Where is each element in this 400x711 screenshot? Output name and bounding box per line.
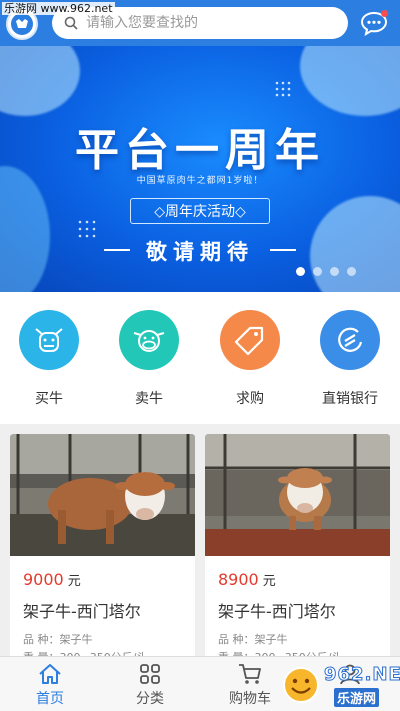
- product-title: 架子牛-西门塔尔: [218, 602, 336, 621]
- category-label: 求购: [236, 391, 264, 407]
- cow-logo-icon: [11, 13, 33, 35]
- category-label: 买牛: [35, 391, 63, 407]
- bull-face-icon: [119, 310, 179, 370]
- product-card[interactable]: 9000元 架子牛-西门塔尔 品 种：架子牛 重 量：300~350公斤/头: [10, 434, 195, 664]
- promo-banner[interactable]: 平台一周年 中国草原肉牛之都网1岁啦！ ◇周年庆活动◇ 敬请期待: [0, 46, 400, 292]
- home-icon: [39, 664, 61, 684]
- price-unit: 元: [67, 574, 81, 589]
- product-price: 8900 元: [218, 570, 276, 589]
- top-bar: 乐游网 www.962.net: [0, 0, 400, 46]
- category-direct-bank[interactable]: 直销银行: [305, 310, 395, 408]
- product-card[interactable]: 8900元 架子牛-西门塔尔 品 种：架子牛 重 量：300~350公斤/头: [205, 434, 390, 664]
- tab-label: 首页: [36, 691, 64, 707]
- bank-card-icon: [320, 310, 380, 370]
- banner-slogan: 敬请期待: [146, 240, 254, 264]
- tab-label: 分类: [136, 691, 164, 707]
- corner-watermark-text: 962.NET: [323, 664, 400, 686]
- dot-pattern-decoration: [275, 81, 291, 97]
- product-breed: 品 种：架子牛: [23, 633, 93, 646]
- carousel-dot[interactable]: [296, 267, 305, 276]
- milk-splash-decoration: [0, 46, 80, 116]
- carousel-indicator: [296, 267, 356, 276]
- grid-icon: [140, 664, 160, 684]
- category-sell-cattle[interactable]: 卖牛: [104, 310, 194, 408]
- search-icon: [64, 16, 78, 30]
- product-photo: [10, 434, 195, 556]
- carousel-dot[interactable]: [347, 267, 356, 276]
- carousel-dot[interactable]: [313, 267, 322, 276]
- category-purchase-request[interactable]: 求购: [205, 310, 295, 408]
- slogan-divider: [270, 249, 296, 251]
- category-menu: 买牛 卖牛 求购 直销银行: [0, 292, 400, 424]
- tab-home[interactable]: 首页: [0, 663, 100, 708]
- banner-event-label: ◇周年庆活动◇: [130, 198, 270, 224]
- tab-label: 购物车: [229, 691, 271, 707]
- category-label: 直销银行: [322, 391, 378, 407]
- corner-watermark-subtext: 乐游网: [334, 688, 380, 707]
- carousel-dot[interactable]: [330, 267, 339, 276]
- product-photo: [205, 434, 390, 556]
- banner-title: 平台一周年: [75, 125, 325, 176]
- price-tag-icon: [220, 310, 280, 370]
- cow-face-icon: [19, 310, 79, 370]
- cart-icon: [239, 664, 261, 684]
- product-price: 9000 元: [23, 570, 81, 589]
- unread-badge: [381, 10, 388, 17]
- product-title: 架子牛-西门塔尔: [23, 602, 141, 621]
- site-watermark: 乐游网 www.962.net: [2, 2, 115, 15]
- smiley-logo-icon: [283, 667, 319, 703]
- milk-splash-decoration: [300, 46, 400, 116]
- message-button[interactable]: [358, 8, 390, 38]
- site-corner-watermark: 962.NET 乐游网: [276, 662, 400, 708]
- category-label: 卖牛: [135, 391, 163, 407]
- category-buy-cattle[interactable]: 买牛: [4, 310, 94, 408]
- app-screen: 乐游网 www.962.net 平台一周年 中国草原肉牛之都网1岁啦！ ◇周年庆…: [0, 0, 400, 711]
- tab-category[interactable]: 分类: [100, 663, 200, 708]
- product-breed: 品 种：架子牛: [218, 633, 288, 646]
- banner-subtitle: 中国草原肉牛之都网1岁啦！: [136, 176, 264, 186]
- price-unit: 元: [262, 574, 276, 589]
- search-input[interactable]: [86, 15, 336, 31]
